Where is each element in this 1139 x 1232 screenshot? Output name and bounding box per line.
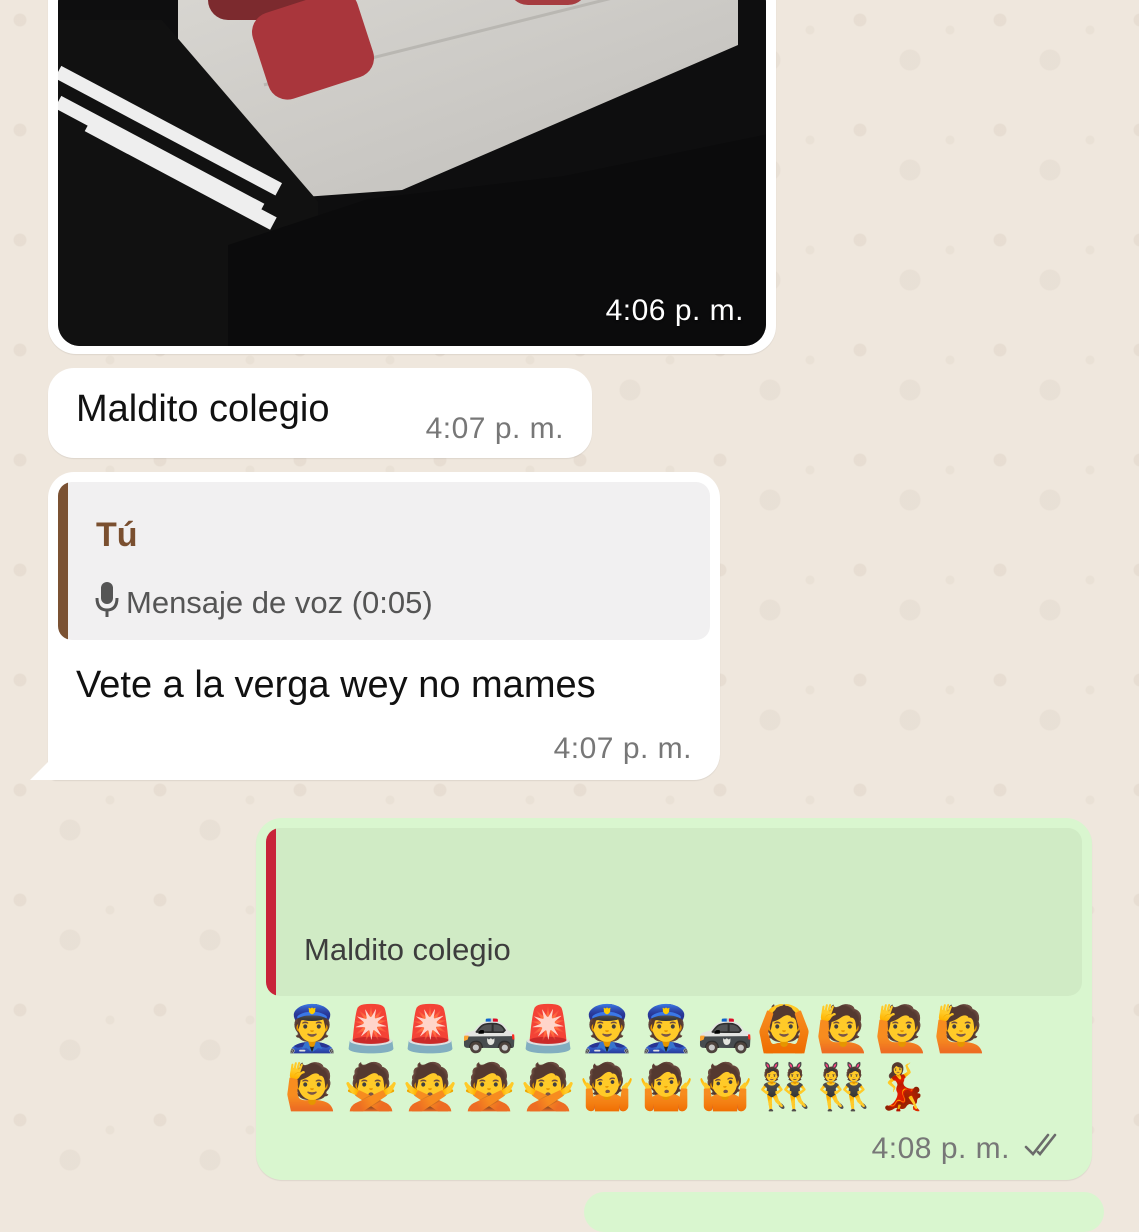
double-check-icon [1024,1130,1064,1160]
message-timestamp: 4:06 p. m. [605,294,744,327]
quoted-message[interactable]: Tú Mensaje de voz (0:05) [58,482,710,640]
emoji-line: 👮🚨🚨🚓🚨👮👮🚓🙆🙋🙋🙋 [284,1002,993,1055]
quote-author: Tú [96,516,138,554]
outgoing-message-bubble[interactable]: Maldito colegio 👮🚨🚨🚓🚨👮👮🚓🙆🙋🙋🙋 🙋🙅🙅🙅🙅🤷🤷🤷👯👯💃… [256,818,1092,1180]
message-timestamp: 4:07 p. m. [553,732,692,765]
quoted-message[interactable]: Maldito colegio [266,828,1082,996]
reply-message-bubble[interactable]: Tú Mensaje de voz (0:05) Vete a la verga… [30,472,720,780]
quote-text: Mensaje de voz (0:05) [126,585,433,620]
message-timestamp: 4:07 p. m. [425,412,564,445]
quote-voice-note: Mensaje de voz (0:05) [94,580,433,626]
next-message-bubble[interactable] [584,1192,1104,1232]
quote-accent-bar [58,482,68,640]
message-text: Maldito colegio [76,388,330,430]
quote-accent-bar [266,828,276,996]
photo-message-bubble[interactable]: 4:06 p. m. [48,0,776,354]
message-text: Vete a la verga wey no mames [76,664,596,706]
microphone-icon [94,580,120,626]
quote-text: Maldito colegio [304,932,511,967]
emoji-line: 🙋🙅🙅🙅🙅🤷🤷🤷👯👯💃 [284,1060,934,1113]
photo-thumbnail[interactable]: 4:06 p. m. [58,0,766,346]
message-timestamp: 4:08 p. m. [871,1132,1010,1165]
text-message-bubble[interactable]: Maldito colegio 4:07 p. m. [48,368,592,458]
